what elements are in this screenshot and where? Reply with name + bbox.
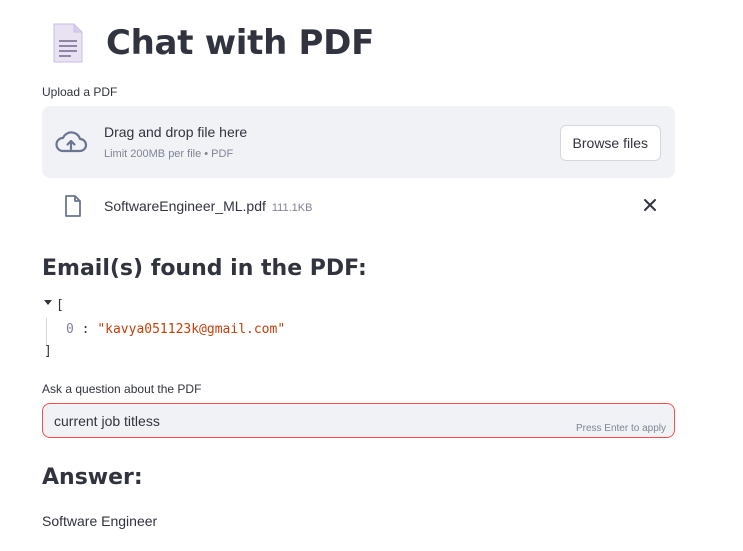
input-hint: Press Enter to apply [575,423,666,434]
json-close-bracket: ] [44,344,52,359]
uploaded-file-row: SoftwareEngineer_ML.pdf 111.1KB [42,192,675,220]
json-collapse-icon[interactable] [44,300,52,305]
dropzone-title: Drag and drop file here [104,124,248,140]
json-item: 0 : "kavya051123k@gmail.com" [66,322,285,337]
close-icon[interactable] [641,196,659,214]
file-icon [64,195,82,217]
question-label: Ask a question about the PDF [42,382,202,396]
file-dropzone[interactable]: Drag and drop file here Limit 200MB per … [42,106,675,178]
question-input-wrapper: Press Enter to apply [42,403,675,438]
cloud-upload-icon [54,128,88,156]
uploaded-file-name: SoftwareEngineer_ML.pdf 111.1KB [104,198,312,214]
json-open-bracket: [ [56,298,64,313]
page-title: Chat with PDF [106,23,375,63]
json-colon: : [73,322,98,337]
answer-heading: Answer: [42,465,143,490]
json-item-value: "kavya051123k@gmail.com" [97,322,286,337]
upload-label: Upload a PDF [42,85,118,99]
file-name-text: SoftwareEngineer_ML.pdf [104,198,266,214]
document-icon [50,22,86,64]
answer-text: Software Engineer [42,513,158,529]
json-guide-line [46,318,47,346]
dropzone-subtitle: Limit 200MB per file • PDF [104,148,234,160]
browse-files-button[interactable]: Browse files [559,125,661,161]
json-item-index: 0 [66,322,74,337]
emails-heading: Email(s) found in the PDF: [42,256,367,281]
file-size: 111.1KB [271,202,313,214]
title-row: Chat with PDF [50,18,374,68]
